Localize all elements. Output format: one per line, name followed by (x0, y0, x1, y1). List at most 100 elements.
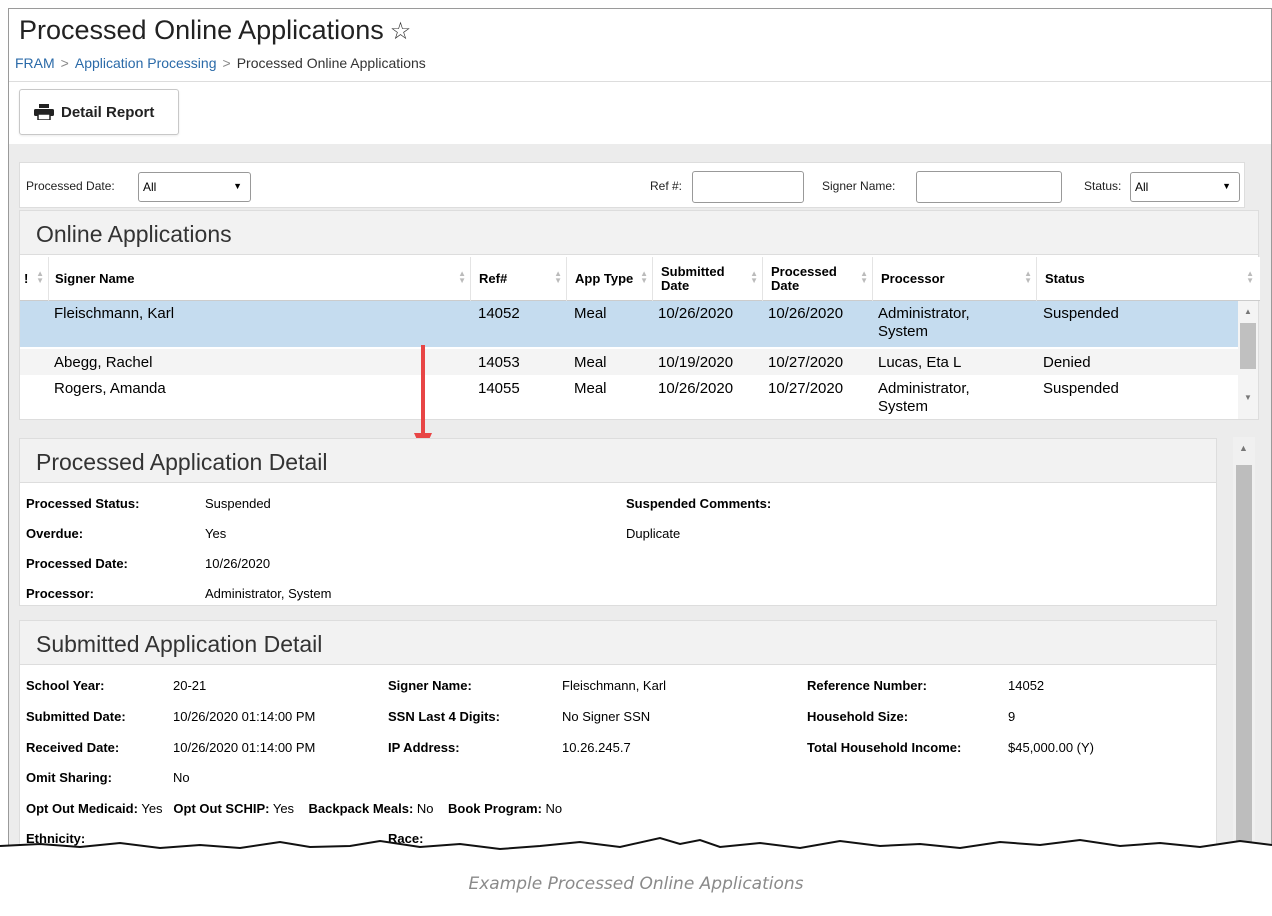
suspended-comments-label: Suspended Comments: (626, 496, 772, 511)
reference-number-label: Reference Number: (807, 678, 927, 693)
ssn-label: SSN Last 4 Digits: (388, 709, 500, 724)
sort-icon: ▲ ▼ (640, 269, 648, 285)
sort-icon: ▲ ▼ (860, 269, 868, 285)
detail-scrollbar[interactable]: ▲ (1233, 437, 1255, 868)
col-app-type-label: App Type (575, 271, 634, 286)
scroll-down-icon[interactable]: ▼ (1244, 393, 1252, 402)
signer-name-label: Signer Name: (822, 179, 896, 193)
submitted-date-label: Submitted Date: (26, 709, 126, 724)
breadcrumb-current: Processed Online Applications (236, 55, 426, 71)
processed-date-value: 10/26/2020 (205, 556, 271, 571)
detail-report-button[interactable]: Detail Report (19, 89, 179, 135)
breadcrumb-fram[interactable]: FRAM (15, 55, 55, 71)
status-label: Status: (1084, 179, 1122, 193)
processed-date-select[interactable]: All ▼ (138, 172, 251, 202)
status-select[interactable]: All ▼ (1130, 172, 1240, 202)
omit-sharing-label: Omit Sharing: (26, 770, 112, 785)
opt-out-medicaid-value: Yes (141, 801, 163, 816)
col-status-label: Status (1045, 271, 1085, 286)
scrollbar-thumb[interactable] (1236, 465, 1252, 868)
col-flag-label: ! (24, 271, 29, 286)
received-date-label: Received Date: (26, 740, 120, 755)
backpack-meals-value: No (416, 801, 434, 816)
cell-processor: Lucas, Eta L (878, 354, 962, 371)
filter-bar: Processed Date: All ▼ Ref #: Signer Name:… (19, 162, 1245, 208)
scroll-up-icon[interactable]: ▲ (1244, 307, 1252, 316)
overdue-label: Overdue: (26, 526, 84, 541)
signer-name-label: Signer Name: (388, 678, 472, 693)
col-processed-date-label: Processed Date (771, 264, 837, 293)
school-year-label: School Year: (26, 678, 105, 693)
scrollbar-thumb[interactable] (1240, 323, 1256, 369)
page-title-text: Processed Online Applications (19, 15, 384, 45)
ref-input[interactable] (692, 171, 804, 203)
opt-out-schip-label: Opt Out SCHIP: (173, 801, 270, 816)
col-processor[interactable]: Processor ▲ ▼ (872, 257, 1036, 301)
signer-name-value: Fleischmann, Karl (562, 678, 667, 693)
school-year-value: 20-21 (173, 678, 207, 693)
col-processed-date[interactable]: Processed Date ▲ ▼ (762, 257, 872, 301)
col-ref-label: Ref# (479, 271, 508, 286)
chevron-right-icon: > (222, 55, 231, 71)
header-divider (9, 81, 1271, 82)
cell-submitted: 10/26/2020 (658, 305, 734, 322)
online-applications-panel: Online Applications ! ▲ ▼ Signer Name ▲ ▼ Re… (19, 210, 1260, 420)
backpack-meals-label: Backpack Meals: (308, 801, 414, 816)
table-header: ! ▲ ▼ Signer Name ▲ ▼ Ref# ▲ ▼ App Type ▲ ▼ Subm… (20, 257, 1260, 301)
processed-status-value: Suspended (205, 496, 271, 511)
breadcrumb-application-processing[interactable]: Application Processing (75, 55, 217, 71)
star-icon[interactable]: ☆ (390, 18, 412, 45)
cell-signer: Abegg, Rachel (54, 354, 153, 371)
submitted-date-value: 10/26/2020 01:14:00 PM (173, 709, 316, 724)
reference-number-value: 14052 (1008, 678, 1045, 693)
col-processor-label: Processor (881, 271, 945, 286)
cell-status: Denied (1043, 354, 1091, 371)
cell-app-type: Meal (574, 380, 607, 397)
sort-icon: ▲ ▼ (554, 269, 562, 285)
col-ref[interactable]: Ref# ▲ ▼ (470, 257, 566, 301)
screenshot-frame: Processed Online Applications ☆ FRAM > Appl… (8, 8, 1272, 868)
breadcrumb: FRAM > Application Processing > Processed On… (15, 55, 426, 71)
table-row[interactable]: Abegg, Rachel 14053 Meal 10/19/2020 10/2… (20, 349, 1238, 375)
printer-icon (34, 104, 54, 120)
cell-status: Suspended (1043, 380, 1119, 397)
cell-signer: Rogers, Amanda (54, 380, 166, 397)
col-app-type[interactable]: App Type ▲ ▼ (566, 257, 652, 301)
detail-report-label: Detail Report (61, 103, 155, 121)
status-value: All (1135, 180, 1149, 194)
processed-detail-panel: Processed Application Detail Processed S… (19, 438, 1217, 606)
online-applications-title: Online Applications (20, 211, 1258, 255)
col-submitted-date-label: Submitted Date (661, 264, 725, 293)
cell-processor: Administrator, System (878, 380, 970, 415)
chevron-right-icon: > (60, 55, 69, 71)
col-submitted-date[interactable]: Submitted Date ▲ ▼ (652, 257, 762, 301)
ip-address-label: IP Address: (388, 740, 460, 755)
ip-address-value: 10.26.245.7 (562, 740, 631, 755)
table-scrollbar[interactable]: ▲ ▼ (1238, 301, 1258, 419)
cell-signer: Fleischmann, Karl (54, 305, 175, 322)
scroll-up-icon[interactable]: ▲ (1239, 443, 1248, 453)
page-title: Processed Online Applications ☆ (19, 15, 411, 46)
total-income-label: Total Household Income: (807, 740, 962, 755)
sort-icon: ▲ ▼ (750, 269, 758, 285)
processor-value: Administrator, System (205, 586, 332, 601)
opt-out-schip-value: Yes (272, 801, 295, 816)
processor-label: Processor: (26, 586, 94, 601)
cell-status: Suspended (1043, 305, 1119, 322)
received-date-value: 10/26/2020 01:14:00 PM (173, 740, 316, 755)
col-flag[interactable]: ! ▲ ▼ (24, 257, 48, 301)
table-row[interactable]: Rogers, Amanda 14055 Meal 10/26/2020 10/… (20, 375, 1238, 419)
sort-icon: ▲ ▼ (36, 269, 44, 285)
sort-icon: ▲ ▼ (1024, 269, 1032, 285)
table-row[interactable]: Fleischmann, Karl 14052 Meal 10/26/2020 … (20, 301, 1238, 347)
col-signer-name-label: Signer Name (55, 271, 135, 286)
col-status[interactable]: Status ▲ ▼ (1036, 257, 1258, 301)
cell-processed: 10/27/2020 (768, 380, 844, 397)
signer-name-input[interactable] (916, 171, 1062, 203)
cell-submitted: 10/26/2020 (658, 380, 734, 397)
processed-date-label: Processed Date: (26, 556, 128, 571)
col-signer-name[interactable]: Signer Name ▲ ▼ (48, 257, 470, 301)
book-program-label: Book Program: (448, 801, 542, 816)
opt-out-medicaid-label: Opt Out Medicaid: (26, 801, 138, 816)
processed-detail-title: Processed Application Detail (20, 439, 1216, 483)
